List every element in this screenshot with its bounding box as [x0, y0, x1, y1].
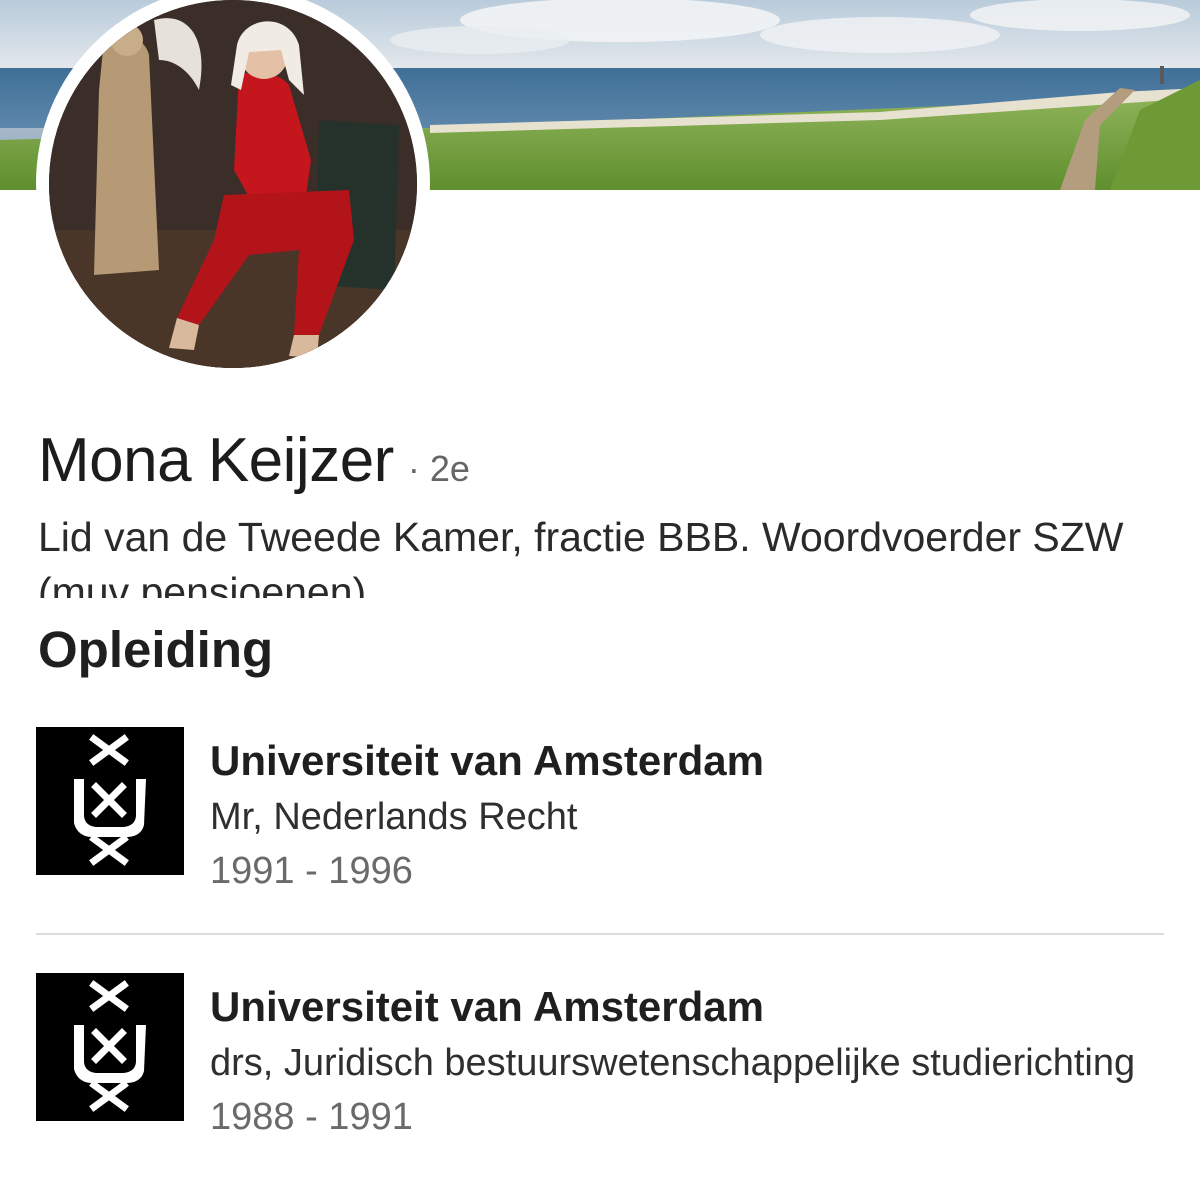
degree-name: drs, Juridisch bestuurswetenschappelijke…	[210, 1042, 1136, 1084]
headline-container: Lid van de Tweede Kamer, fractie BBB. Wo…	[38, 510, 1168, 598]
uva-logo-icon	[36, 973, 184, 1121]
education-item-details: Universiteit van Amsterdam Mr, Nederland…	[210, 733, 1160, 897]
education-years: 1988 - 1991	[210, 1096, 413, 1138]
uva-logo-icon	[36, 727, 184, 875]
education-section-title: Opleiding	[38, 621, 274, 678]
profile-name[interactable]: Mona Keijzer	[38, 425, 394, 496]
education-item-details: Universiteit van Amsterdam drs, Juridisc…	[210, 979, 1160, 1143]
profile-photo	[49, 0, 417, 368]
profile-header: Mona Keijzer · 2e	[38, 425, 470, 496]
school-name[interactable]: Universiteit van Amsterdam	[210, 733, 1160, 789]
connection-degree: · 2e	[407, 448, 470, 489]
school-name[interactable]: Universiteit van Amsterdam	[210, 979, 1160, 1035]
education-years: 1991 - 1996	[210, 850, 413, 892]
profile-headline: Lid van de Tweede Kamer, fractie BBB. Wo…	[38, 514, 1124, 598]
avatar[interactable]	[49, 0, 417, 368]
divider	[36, 933, 1164, 935]
degree-name: Mr, Nederlands Recht	[210, 796, 578, 838]
